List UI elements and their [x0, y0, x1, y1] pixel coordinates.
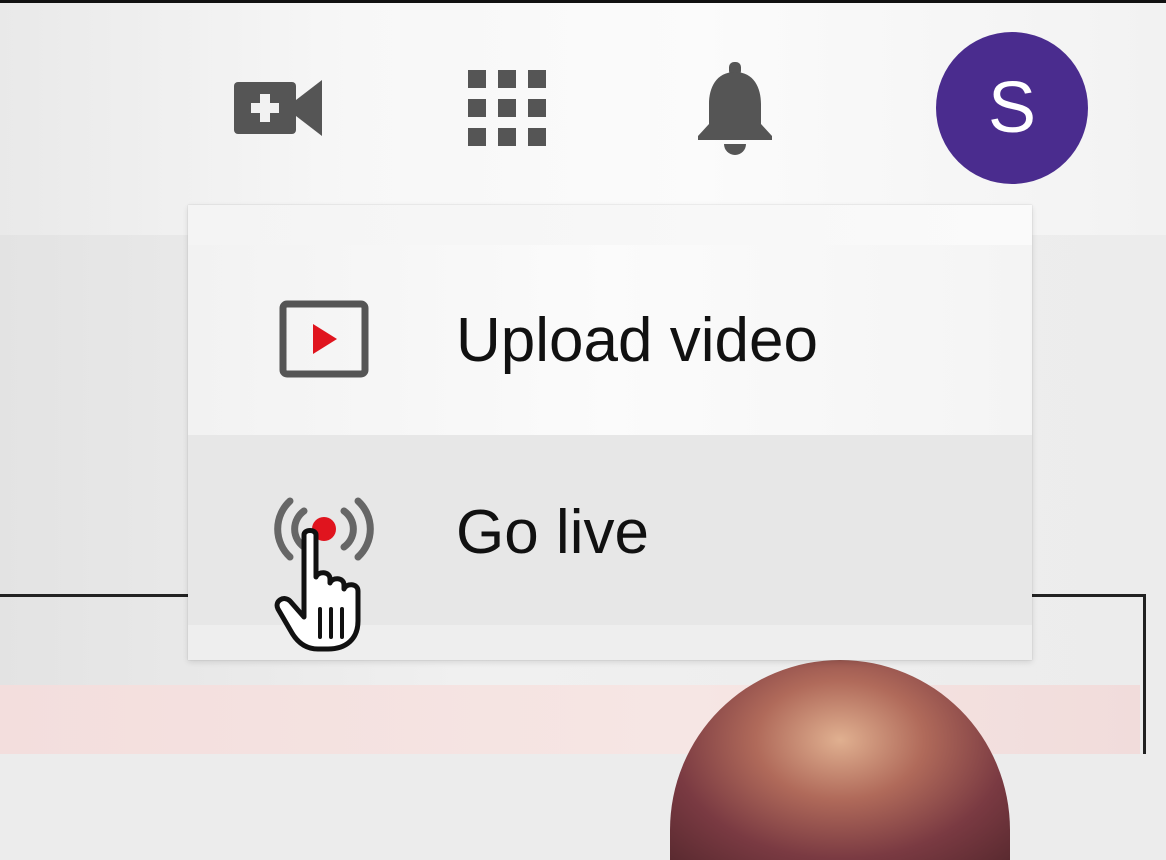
notifications-button[interactable] [694, 60, 776, 158]
bell-icon [698, 62, 772, 155]
background-frame-line [0, 594, 188, 597]
menu-padding [188, 205, 1032, 245]
avatar[interactable]: S [936, 32, 1088, 184]
background-frame-line [1143, 594, 1146, 754]
hand-cursor-icon [274, 528, 361, 652]
background-frame-line [1032, 594, 1146, 597]
menu-item-label: Go live [456, 498, 649, 567]
apps-grid-icon [468, 70, 546, 146]
play-box-icon [270, 285, 378, 393]
video-camera-plus-icon [234, 80, 322, 136]
avatar-initial: S [987, 68, 1037, 148]
apps-button[interactable] [466, 68, 548, 148]
menu-item-upload-video[interactable]: Upload video [188, 245, 1032, 435]
create-video-button[interactable] [230, 72, 326, 142]
top-border [0, 0, 1166, 3]
menu-item-label: Upload video [456, 306, 818, 375]
